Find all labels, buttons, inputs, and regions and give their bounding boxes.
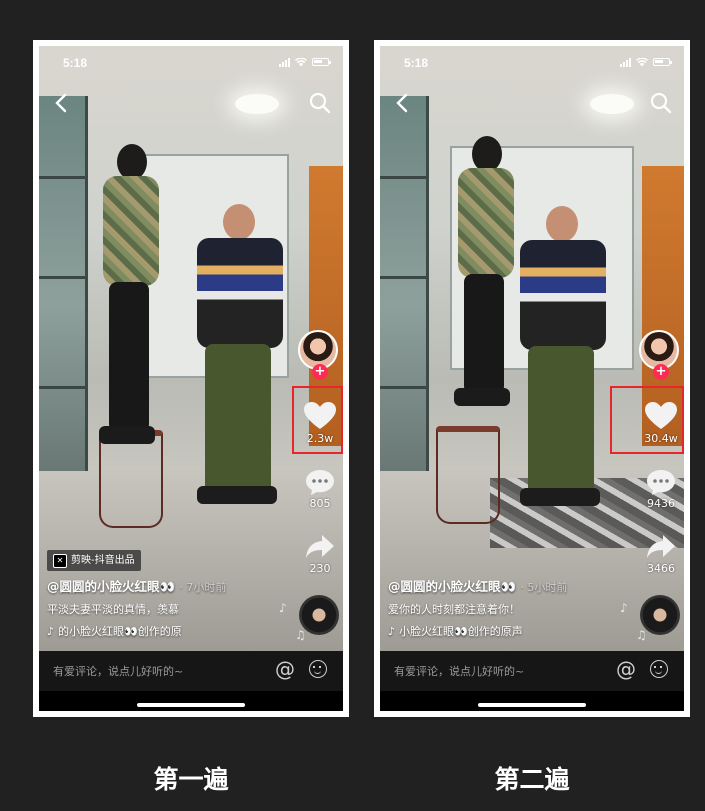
share-button[interactable]: 3466: [638, 533, 684, 575]
signal-icon: [620, 57, 631, 67]
home-indicator[interactable]: [137, 703, 245, 707]
tiktok-music-icon: ♪: [388, 624, 396, 638]
status-bar: 5:18: [39, 46, 343, 80]
window: [380, 96, 429, 516]
music-disc-icon[interactable]: [640, 595, 680, 635]
comment-button[interactable]: 9436: [638, 468, 684, 510]
music-disc-icon[interactable]: [299, 595, 339, 635]
window: [39, 96, 88, 516]
post-time: · 7小时前: [179, 581, 227, 594]
floating-note-icon: ♫: [295, 628, 306, 642]
comment-bar[interactable]: 有爱评论，说点儿好听的~ @: [380, 651, 684, 691]
at-mention-icon[interactable]: @: [616, 659, 636, 679]
emoji-icon[interactable]: [309, 660, 327, 678]
wifi-icon: [295, 57, 307, 66]
comment-count: 805: [309, 497, 331, 510]
author-name[interactable]: @圆圆的小脸火红眼👀: [47, 579, 175, 594]
music-title: 的小脸火红眼👀创作的原: [58, 625, 182, 638]
share-button[interactable]: 230: [297, 533, 343, 575]
phone-screenshot-second: 5:18 + 30.4w 9436 3466 @圆圆的小脸火红眼👀 · 5小时前…: [374, 40, 690, 717]
highlight-box: [292, 386, 343, 454]
share-count: 3466: [647, 562, 675, 575]
share-count: 230: [309, 562, 331, 575]
music-info[interactable]: ♪ 的小脸火红眼👀创作的原: [47, 623, 279, 639]
at-mention-icon[interactable]: @: [275, 659, 295, 679]
follow-plus-icon[interactable]: +: [653, 364, 669, 380]
comment-input[interactable]: 有爱评论，说点儿好听的~: [53, 663, 183, 679]
battery-icon: [653, 58, 672, 66]
video-description: 爱你的人时刻都注意着你！: [388, 603, 520, 616]
status-time: 5:18: [63, 56, 88, 70]
share-arrow-icon: [306, 535, 334, 558]
comment-input[interactable]: 有爱评论，说点儿好听的~: [394, 663, 524, 679]
comment-count: 9436: [647, 497, 675, 510]
man-figure: [191, 204, 287, 504]
panel-label-second: 第二遍: [494, 765, 570, 794]
comment-bar[interactable]: 有爱评论，说点儿好听的~ @: [39, 651, 343, 691]
search-icon[interactable]: [648, 90, 674, 116]
emoji-icon[interactable]: [650, 660, 668, 678]
signal-icon: [279, 57, 290, 67]
highlight-box: [610, 386, 684, 454]
music-title: 小脸火红眼👀创作的原声: [399, 625, 523, 638]
share-arrow-icon: [647, 535, 675, 558]
capcut-tag[interactable]: ✕ 剪映-抖音出品: [47, 550, 141, 571]
comment-bubble-icon: [306, 470, 334, 495]
back-chevron-icon[interactable]: [49, 90, 75, 116]
ceiling-light: [590, 94, 634, 114]
comment-button[interactable]: 805: [297, 468, 343, 510]
search-icon[interactable]: [307, 90, 333, 116]
status-bar: 5:18: [380, 46, 684, 80]
follow-plus-icon[interactable]: +: [312, 364, 328, 380]
author-name[interactable]: @圆圆的小脸火红眼👀: [388, 579, 516, 594]
video-screen[interactable]: 5:18 + 2.3w 805 230 ✕ 剪映-抖音出品 @圆圆的小脸火红眼👀…: [39, 46, 343, 711]
floating-note-icon: ♫: [636, 628, 647, 642]
video-description: 平淡夫妻平淡的真情，羡慕: [47, 603, 179, 616]
video-caption: @圆圆的小脸火红眼👀 · 7小时前 平淡夫妻平淡的真情，羡慕 ♪ 的小脸火红眼👀…: [47, 576, 279, 639]
comment-bubble-icon: [647, 470, 675, 495]
floating-note-icon: ♪: [279, 601, 287, 615]
woman-figure: [95, 144, 165, 474]
floating-note-icon: ♪: [620, 601, 628, 615]
tiktok-music-icon: ♪: [47, 624, 55, 638]
status-time: 5:18: [404, 56, 429, 70]
capcut-tag-label: 剪映-抖音出品: [71, 555, 135, 566]
woman-figure: [450, 136, 520, 466]
home-indicator[interactable]: [478, 703, 586, 707]
man-figure: [514, 206, 610, 506]
back-chevron-icon[interactable]: [390, 90, 416, 116]
phone-screenshot-first: 5:18 + 2.3w 805 230 ✕ 剪映-抖音出品 @圆圆的小脸火红眼👀…: [33, 40, 349, 717]
capcut-icon: ✕: [53, 553, 67, 568]
video-screen[interactable]: 5:18 + 30.4w 9436 3466 @圆圆的小脸火红眼👀 · 5小时前…: [380, 46, 684, 711]
ceiling-light: [235, 94, 279, 114]
music-info[interactable]: ♪ 小脸火红眼👀创作的原声: [388, 623, 620, 639]
panel-label-first: 第一遍: [153, 765, 229, 794]
video-caption: @圆圆的小脸火红眼👀 · 5小时前 爱你的人时刻都注意着你！ ♪ 小脸火红眼👀创…: [388, 576, 620, 639]
post-time: · 5小时前: [520, 581, 568, 594]
wifi-icon: [636, 57, 648, 66]
battery-icon: [312, 58, 331, 66]
